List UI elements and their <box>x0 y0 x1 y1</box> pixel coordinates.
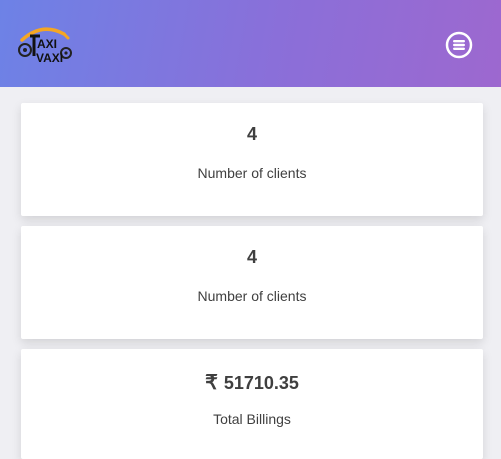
logo-text-bottom: VAXI <box>36 51 63 65</box>
logo-text-top: AXI <box>37 37 57 51</box>
stat-value: 51710.35 <box>223 373 299 393</box>
menu-circle-icon <box>445 31 473 59</box>
stat-label: Number of clients <box>197 288 307 304</box>
stat-value: 4 <box>246 247 257 267</box>
stat-value: 4 <box>246 124 257 144</box>
rupee-icon: ₹ <box>205 372 218 394</box>
stat-label: Total Billings <box>213 411 291 427</box>
logo-graphic: AXI VAXI <box>18 27 72 65</box>
taxi-vaxi-logo[interactable]: AXI VAXI <box>16 16 76 74</box>
billing-value-row: ₹51710.35 <box>21 370 483 395</box>
stat-card-clients: 4 Number of clients <box>21 103 483 216</box>
stat-card-clients-2: 4 Number of clients <box>21 226 483 339</box>
stat-label: Number of clients <box>197 165 307 181</box>
menu-button[interactable] <box>445 31 473 59</box>
app-header: AXI VAXI <box>0 0 501 87</box>
stat-card-billings: ₹51710.35 Total Billings <box>21 349 483 459</box>
